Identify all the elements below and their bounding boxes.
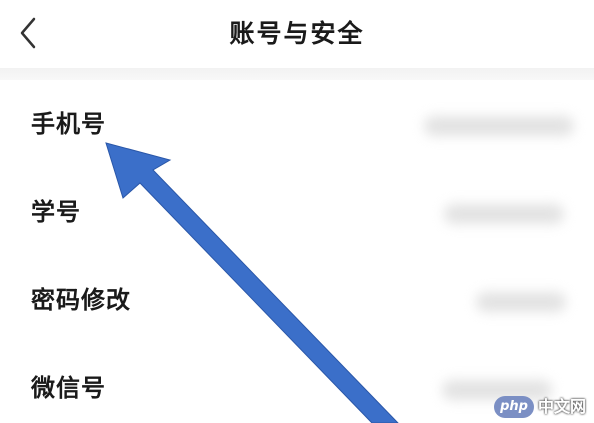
header-divider — [0, 68, 594, 80]
row-label: 密码修改 — [31, 286, 131, 314]
page-title: 账号与安全 — [229, 19, 365, 48]
row-change-password[interactable]: 密码修改 — [0, 256, 594, 344]
watermark-text: 中文网 — [538, 397, 587, 416]
row-label: 微信号 — [31, 374, 106, 402]
blurred-value — [424, 116, 574, 136]
blurred-value — [444, 204, 564, 224]
row-label: 手机号 — [31, 110, 106, 138]
row-student-id[interactable]: 学号 — [0, 168, 594, 256]
row-label: 学号 — [31, 198, 81, 226]
row-phone-number[interactable]: 手机号 — [0, 80, 594, 168]
php-logo: php — [494, 396, 534, 418]
watermark: php 中文网 — [494, 395, 592, 419]
account-settings-list: 手机号 学号 密码修改 微信号 — [0, 80, 594, 423]
blurred-value — [476, 292, 566, 312]
top-nav-bar: 账号与安全 — [0, 0, 594, 68]
